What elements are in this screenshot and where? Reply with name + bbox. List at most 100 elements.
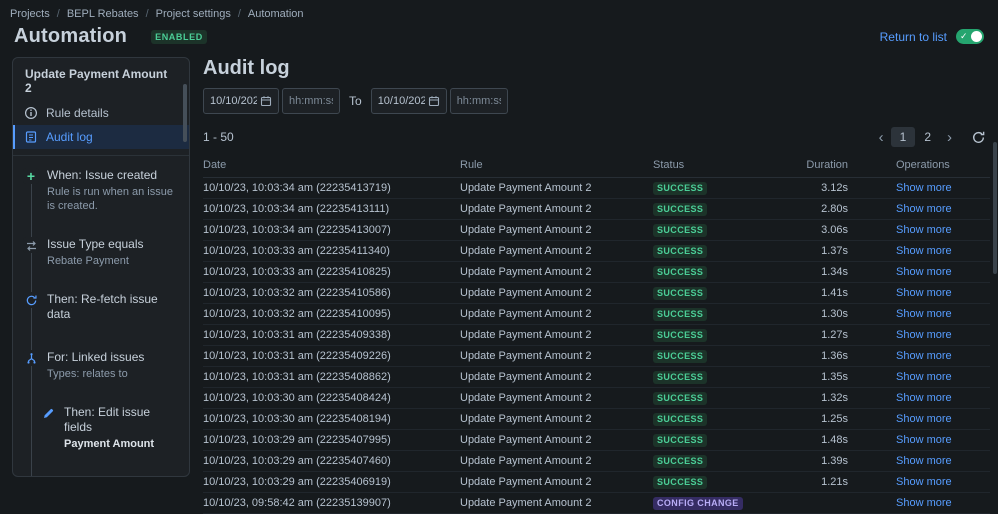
audit-log-table: Date Rule Status Duration Operations 10/… bbox=[203, 157, 990, 514]
page-title: Automation bbox=[14, 25, 128, 47]
component-edit-fields[interactable]: Then: Edit issue fields Payment Amount bbox=[40, 405, 179, 451]
nav-item-rule-details[interactable]: Rule details bbox=[13, 101, 189, 125]
cell-operations: Show more bbox=[848, 492, 990, 514]
cell-rule: Update Payment Amount 2 bbox=[460, 219, 653, 241]
rule-components-list: + When: Issue created Rule is run when a… bbox=[13, 156, 189, 476]
nav-item-audit-log[interactable]: Audit log bbox=[13, 125, 189, 149]
show-more-link[interactable]: Show more bbox=[896, 266, 952, 278]
check-icon: ✓ bbox=[960, 31, 968, 41]
cell-rule: Update Payment Amount 2 bbox=[460, 282, 653, 304]
cell-rule: Update Payment Amount 2 bbox=[460, 366, 653, 388]
cell-rule: Update Payment Amount 2 bbox=[460, 198, 653, 220]
from-time-input[interactable] bbox=[289, 95, 333, 107]
cell-duration: 1.41s bbox=[803, 282, 848, 304]
cell-date: 10/10/23, 10:03:33 am (22235411340) bbox=[203, 240, 460, 262]
table-header-row: Date Rule Status Duration Operations bbox=[203, 157, 990, 178]
show-more-link[interactable]: Show more bbox=[896, 476, 952, 488]
cell-status: CONFIG CHANGE bbox=[653, 492, 803, 514]
show-more-link[interactable]: Show more bbox=[896, 245, 952, 257]
component-branch[interactable]: For: Linked issues Types: relates to bbox=[23, 350, 179, 381]
cell-status: SUCCESS bbox=[653, 429, 803, 451]
rule-enabled-toggle[interactable]: ✓ bbox=[956, 29, 984, 44]
nav-item-label: Rule details bbox=[46, 106, 109, 120]
component-connector-line bbox=[31, 176, 32, 476]
cell-date: 10/10/23, 09:58:42 am (22235139907) bbox=[203, 492, 460, 514]
return-to-list-link[interactable]: Return to list bbox=[880, 30, 947, 44]
component-condition[interactable]: Issue Type equals Rebate Payment bbox=[23, 237, 179, 268]
component-refetch[interactable]: Then: Re-fetch issue data bbox=[23, 292, 179, 322]
page-scrollbar[interactable] bbox=[993, 142, 997, 274]
show-more-link[interactable]: Show more bbox=[896, 455, 952, 467]
show-more-link[interactable]: Show more bbox=[896, 308, 952, 320]
cell-status: SUCCESS bbox=[653, 408, 803, 430]
cell-duration: 1.36s bbox=[803, 345, 848, 367]
status-badge: SUCCESS bbox=[653, 454, 708, 468]
cell-date: 10/10/23, 10:03:33 am (22235410825) bbox=[203, 261, 460, 283]
page-2-button[interactable]: 2 bbox=[915, 127, 940, 147]
calendar-icon[interactable] bbox=[428, 95, 440, 107]
cell-date: 10/10/23, 10:03:32 am (22235410586) bbox=[203, 282, 460, 304]
calendar-icon[interactable] bbox=[260, 95, 272, 107]
header-rule: Rule bbox=[460, 157, 653, 178]
cell-duration: 1.27s bbox=[803, 324, 848, 346]
cell-rule: Update Payment Amount 2 bbox=[460, 345, 653, 367]
component-title: For: Linked issues bbox=[47, 350, 145, 364]
table-row: 10/10/23, 10:03:34 am (22235413111) Updat… bbox=[203, 198, 990, 220]
show-more-link[interactable]: Show more bbox=[896, 224, 952, 236]
refresh-icon[interactable] bbox=[971, 130, 986, 145]
panel-scrollbar[interactable] bbox=[183, 84, 187, 142]
cell-operations: Show more bbox=[848, 324, 990, 346]
breadcrumb-separator: / bbox=[145, 8, 149, 20]
cell-operations: Show more bbox=[848, 345, 990, 367]
show-more-link[interactable]: Show more bbox=[896, 287, 952, 299]
status-badge: SUCCESS bbox=[653, 349, 708, 363]
prev-page-button[interactable]: ‹ bbox=[872, 130, 891, 145]
table-row: 10/10/23, 10:03:31 am (22235409226) Updat… bbox=[203, 345, 990, 367]
cell-duration: 1.34s bbox=[803, 261, 848, 283]
audit-table-body: 10/10/23, 10:03:34 am (22235413719) Updat… bbox=[203, 177, 990, 514]
show-more-link[interactable]: Show more bbox=[896, 329, 952, 341]
page-1-button[interactable]: 1 bbox=[890, 127, 916, 147]
status-badge: SUCCESS bbox=[653, 475, 708, 489]
component-title: Then: Re-fetch issue data bbox=[47, 292, 158, 321]
show-more-link[interactable]: Show more bbox=[896, 350, 952, 362]
breadcrumb-item-project[interactable]: BEPL Rebates bbox=[67, 8, 139, 20]
table-row: 10/10/23, 10:03:32 am (22235410586) Updat… bbox=[203, 282, 990, 304]
table-row: 10/10/23, 10:03:33 am (22235410825) Updat… bbox=[203, 261, 990, 283]
status-badge: SUCCESS bbox=[653, 328, 708, 342]
show-more-link[interactable]: Show more bbox=[896, 434, 952, 446]
component-trigger[interactable]: + When: Issue created Rule is run when a… bbox=[23, 168, 179, 213]
cell-date: 10/10/23, 10:03:31 am (22235409338) bbox=[203, 324, 460, 346]
show-more-link[interactable]: Show more bbox=[896, 203, 952, 215]
cell-date: 10/10/23, 10:03:29 am (22235406919) bbox=[203, 471, 460, 493]
next-page-button[interactable]: › bbox=[940, 130, 959, 145]
condition-icon bbox=[23, 237, 39, 253]
status-badge: SUCCESS bbox=[653, 286, 708, 300]
cell-rule: Update Payment Amount 2 bbox=[460, 387, 653, 409]
show-more-link[interactable]: Show more bbox=[896, 371, 952, 383]
refetch-icon bbox=[23, 292, 39, 308]
cell-rule: Update Payment Amount 2 bbox=[460, 408, 653, 430]
status-badge: SUCCESS bbox=[653, 202, 708, 216]
cell-duration: 1.37s bbox=[803, 240, 848, 262]
show-more-link[interactable]: Show more bbox=[896, 392, 952, 404]
breadcrumb-separator: / bbox=[237, 8, 241, 20]
show-more-link[interactable]: Show more bbox=[896, 497, 952, 509]
show-more-link[interactable]: Show more bbox=[896, 413, 952, 425]
breadcrumb-item-projects[interactable]: Projects bbox=[10, 8, 50, 20]
breadcrumb-item-project-settings[interactable]: Project settings bbox=[156, 8, 231, 20]
from-date-input[interactable] bbox=[210, 95, 257, 107]
table-row: 10/10/23, 10:03:31 am (22235408862) Updat… bbox=[203, 366, 990, 388]
add-component-button-nested[interactable]: Add component bbox=[40, 475, 179, 476]
show-more-link[interactable]: Show more bbox=[896, 182, 952, 194]
component-subtitle: Rebate Payment bbox=[47, 255, 129, 267]
add-component-label: Add component bbox=[64, 475, 148, 476]
cell-operations: Show more bbox=[848, 198, 990, 220]
cell-date: 10/10/23, 10:03:29 am (22235407460) bbox=[203, 450, 460, 472]
to-label: To bbox=[349, 94, 362, 108]
cell-rule: Update Payment Amount 2 bbox=[460, 240, 653, 262]
to-time-input[interactable] bbox=[456, 95, 501, 107]
cell-duration: 1.48s bbox=[803, 429, 848, 451]
cell-duration: 2.80s bbox=[803, 198, 848, 220]
to-date-input[interactable] bbox=[377, 95, 425, 107]
